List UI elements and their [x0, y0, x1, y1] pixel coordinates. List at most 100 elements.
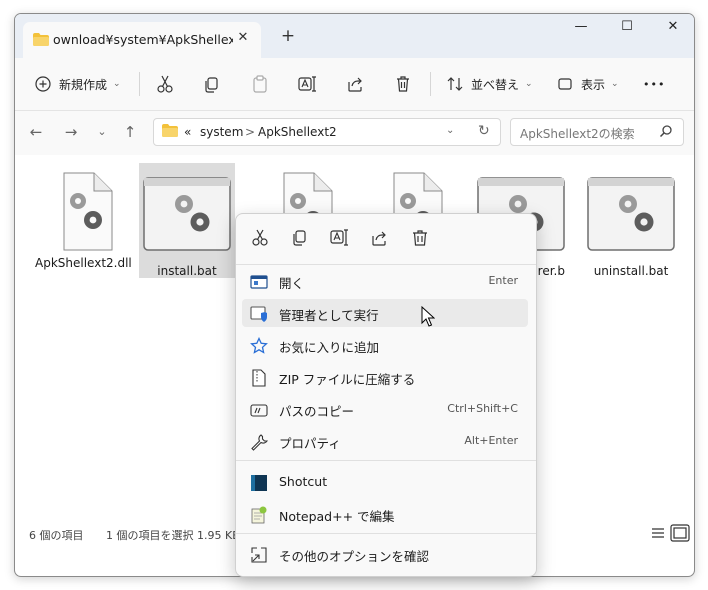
back-arrow-icon[interactable]: ← [25, 123, 47, 141]
menu-item-label: お気に入りに追加 [279, 340, 380, 355]
folder-icon [33, 33, 49, 46]
breadcrumb-overflow[interactable]: « [184, 125, 191, 139]
copy-path-icon [250, 404, 268, 417]
file-uninstall-bat[interactable]: uninstall.bat [583, 163, 679, 278]
chevron-down-icon[interactable]: ⌄ [446, 125, 454, 136]
shield-icon [250, 306, 267, 322]
tab-active[interactable]: ownload¥system¥ApkShellext2 ✕ [23, 22, 261, 58]
sort-button[interactable]: 並べ替え ⌄ [447, 72, 533, 96]
large-icons-view-icon[interactable] [670, 524, 690, 542]
menu-item-label: プロパティ [279, 436, 341, 451]
menu-item-label: その他のオプションを確認 [279, 549, 430, 564]
menu-divider [236, 533, 536, 534]
chevron-down-icon: ⌄ [113, 79, 121, 89]
rename-icon[interactable] [298, 72, 318, 96]
menu-item-label: Shotcut [279, 474, 328, 489]
menu-item-add-favorite[interactable]: お気に入りに追加 [242, 331, 528, 359]
share-icon[interactable] [369, 227, 391, 249]
breadcrumb-system[interactable]: system [200, 125, 243, 139]
copy-icon[interactable] [203, 72, 221, 96]
divider [430, 72, 431, 96]
tab-title: ownload¥system¥ApkShellext2 [53, 32, 233, 47]
menu-item-open[interactable]: 開く Enter [242, 267, 528, 295]
search-icon[interactable] [659, 124, 673, 138]
menu-item-properties[interactable]: プロパティ Alt+Enter [242, 427, 528, 455]
menu-item-more-options[interactable]: その他のオプションを確認 [242, 540, 528, 568]
view-icon [558, 78, 572, 90]
chevron-down-icon: ⌄ [611, 79, 619, 89]
menu-item-copy-path[interactable]: パスのコピー Ctrl+Shift+C [242, 395, 528, 423]
shotcut-icon [251, 475, 267, 491]
zip-icon [252, 369, 266, 387]
file-label: install.bat [157, 264, 217, 278]
paste-icon[interactable] [251, 72, 269, 96]
context-quick-actions [236, 214, 536, 260]
maximize-button[interactable]: ☐ [604, 14, 650, 44]
tab-close-icon[interactable]: ✕ [233, 30, 253, 45]
menu-item-compress-zip[interactable]: ZIP ファイルに圧縮する [242, 363, 528, 391]
selection-info: 1 個の項目を選択 1.95 KB [106, 529, 240, 542]
chevron-down-icon: ⌄ [525, 79, 533, 89]
new-tab-button[interactable]: + [277, 27, 299, 45]
notepadpp-icon [251, 506, 267, 524]
share-icon[interactable] [346, 72, 364, 96]
folder-icon [162, 124, 178, 137]
star-icon [250, 337, 268, 354]
menu-item-label: 管理者として実行 [279, 308, 379, 323]
divider [139, 72, 140, 96]
dll-file-icon [63, 172, 113, 251]
new-label: 新規作成 [59, 77, 108, 92]
details-view-icon[interactable] [648, 524, 668, 542]
item-count: 6 個の項目 [29, 529, 84, 542]
title-bar: ownload¥system¥ApkShellext2 ✕ + — ☐ ✕ [15, 14, 694, 58]
menu-divider [236, 264, 536, 265]
mouse-cursor-icon [421, 306, 435, 327]
menu-item-shortcut: Ctrl+Shift+C [447, 402, 518, 415]
cut-icon[interactable] [249, 227, 271, 249]
file-apkshellext2-dll[interactable]: ApkShellext2.dll [35, 163, 131, 270]
command-bar: 新規作成 ⌄ 並べ替え ⌄ 表示 ⌄ ••• [15, 58, 694, 111]
address-bar[interactable]: « system > ApkShellext2 ⌄ ↻ [153, 118, 501, 146]
forward-arrow-icon[interactable]: → [60, 123, 82, 141]
new-button[interactable]: 新規作成 ⌄ [35, 72, 121, 96]
bat-file-icon [587, 177, 675, 251]
bat-file-icon [143, 177, 231, 251]
minimize-button[interactable]: — [558, 14, 604, 44]
file-install-bat[interactable]: install.bat [139, 163, 235, 278]
menu-item-label: パスのコピー [279, 404, 355, 419]
file-label: ApkShellext2.dll [35, 256, 131, 270]
menu-item-run-as-admin[interactable]: 管理者として実行 [242, 299, 528, 327]
menu-item-label: 開く [279, 276, 305, 291]
view-button[interactable]: 表示 ⌄ [557, 72, 619, 96]
menu-divider [236, 460, 536, 461]
search-box[interactable]: ApkShellext2の検索 [510, 118, 684, 146]
menu-item-label: ZIP ファイルに圧縮する [279, 372, 416, 387]
delete-icon[interactable] [394, 72, 412, 96]
file-label: uninstall.bat [593, 264, 669, 278]
menu-item-label: Notepad++ で編集 [279, 509, 395, 524]
menu-item-shortcut: Enter [488, 274, 518, 287]
rename-icon[interactable] [329, 227, 351, 249]
context-menu: 開く Enter 管理者として実行 お気に入りに追加 ZIP ファイルに圧縮する… [235, 213, 537, 577]
menu-item-notepadpp[interactable]: Notepad++ で編集 [242, 500, 528, 528]
copy-icon[interactable] [289, 227, 311, 249]
more-options-icon [251, 547, 267, 563]
refresh-icon[interactable]: ↻ [478, 123, 490, 139]
up-arrow-icon[interactable]: ↑ [119, 123, 141, 141]
plus-circle-icon [35, 76, 51, 92]
close-window-button[interactable]: ✕ [650, 14, 694, 44]
sort-icon [447, 77, 463, 91]
menu-item-shotcut[interactable]: Shotcut [242, 468, 528, 496]
recent-chevron-icon[interactable]: ⌄ [91, 125, 113, 138]
navigation-bar: ← → ⌄ ↑ « system > ApkShellext2 ⌄ ↻ ApkS… [15, 111, 694, 155]
more-button[interactable]: ••• [643, 72, 665, 96]
breadcrumb-separator: > [245, 125, 256, 139]
wrench-icon [251, 434, 268, 451]
view-label: 表示 [581, 77, 606, 92]
delete-icon[interactable] [409, 227, 431, 249]
open-icon [250, 275, 268, 289]
search-placeholder: ApkShellext2の検索 [520, 127, 635, 141]
cut-icon[interactable] [156, 72, 174, 96]
menu-item-shortcut: Alt+Enter [464, 434, 518, 447]
breadcrumb-apkshellext2[interactable]: ApkShellext2 [258, 125, 337, 139]
